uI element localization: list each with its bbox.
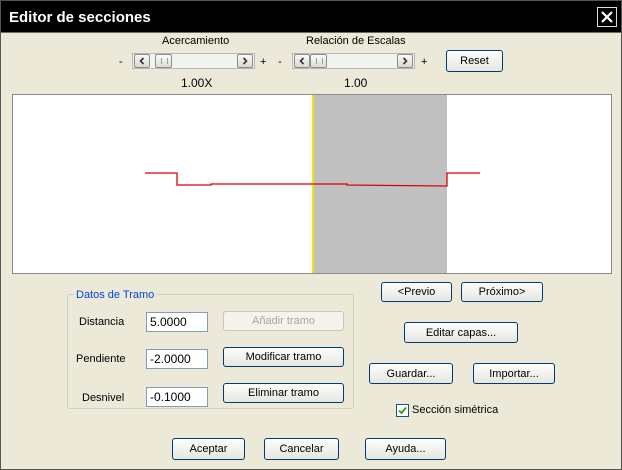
- symmetric-section-label[interactable]: Sección simétrica: [412, 404, 498, 416]
- window-title: Editor de secciones: [9, 9, 151, 26]
- zoom-decrease-arrow[interactable]: [134, 54, 150, 68]
- scale-plus-label: +: [421, 56, 428, 68]
- scale-minus-label: -: [278, 56, 282, 68]
- zoom-scrollbar[interactable]: [132, 53, 255, 69]
- help-button[interactable]: Ayuda...: [365, 438, 446, 460]
- title-bar: Editor de secciones: [1, 1, 621, 33]
- pendiente-field[interactable]: [146, 349, 208, 369]
- delete-segment-button[interactable]: Eliminar tramo: [223, 383, 344, 403]
- close-icon: [601, 11, 613, 23]
- save-button[interactable]: Guardar...: [369, 363, 453, 384]
- zoom-slider-thumb[interactable]: [155, 54, 172, 68]
- section-editor-window: Editor de secciones Acercamiento - + 1.0…: [0, 0, 622, 470]
- desnivel-field[interactable]: [146, 387, 208, 407]
- chevron-right-icon: [242, 57, 248, 65]
- edit-layers-button[interactable]: Editar capas...: [404, 322, 518, 343]
- segment-group-title: Datos de Tramo: [74, 289, 157, 301]
- add-segment-button[interactable]: Añadir tramo: [223, 311, 344, 331]
- section-preview-canvas[interactable]: [12, 94, 612, 274]
- reset-button[interactable]: Reset: [446, 50, 503, 72]
- checkmark-icon: [398, 406, 407, 415]
- scale-value: 1.00: [344, 76, 368, 90]
- distancia-field[interactable]: [146, 312, 208, 332]
- pendiente-label: Pendiente: [76, 353, 126, 365]
- modify-segment-button[interactable]: Modificar tramo: [223, 347, 344, 367]
- scale-decrease-arrow[interactable]: [294, 54, 310, 68]
- chevron-right-icon: [402, 57, 408, 65]
- scale-increase-arrow[interactable]: [397, 54, 413, 68]
- cancel-button[interactable]: Cancelar: [264, 438, 339, 460]
- zoom-label: Acercamiento: [162, 35, 230, 47]
- zoom-value: 1.00X: [181, 76, 213, 90]
- section-preview-drawing: [145, 95, 480, 273]
- chevron-left-icon: [139, 57, 145, 65]
- chevron-left-icon: [299, 57, 305, 65]
- zoom-increase-arrow[interactable]: [237, 54, 253, 68]
- scale-slider-thumb[interactable]: [310, 54, 327, 68]
- close-button[interactable]: [597, 7, 617, 27]
- scale-label: Relación de Escalas: [306, 35, 406, 47]
- zoom-minus-label: -: [119, 56, 123, 68]
- import-button[interactable]: Importar...: [473, 363, 555, 384]
- accept-button[interactable]: Aceptar: [172, 438, 245, 460]
- desnivel-label: Desnivel: [82, 392, 125, 404]
- previous-button[interactable]: <Previo: [381, 282, 452, 302]
- distancia-label: Distancia: [79, 316, 125, 328]
- symmetric-section-checkbox[interactable]: [396, 404, 409, 417]
- scale-scrollbar[interactable]: [292, 53, 415, 69]
- next-button[interactable]: Próximo>: [461, 282, 543, 302]
- zoom-plus-label: +: [260, 56, 267, 68]
